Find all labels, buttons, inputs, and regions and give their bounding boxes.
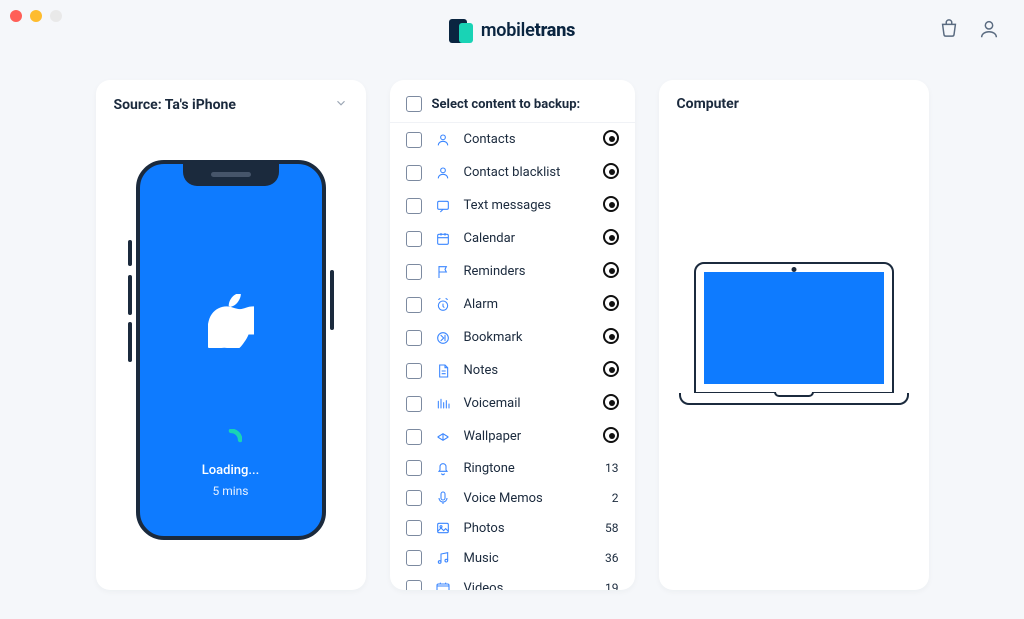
content-row-contacts[interactable]: Contacts [390,123,635,156]
alarm-icon [434,297,452,313]
item-checkbox[interactable] [406,396,422,412]
source-panel: Source: Ta's iPhone Load [96,80,366,590]
content-row-notes[interactable]: Notes [390,354,635,387]
item-checkbox[interactable] [406,198,422,214]
item-label: Contact blacklist [464,165,585,180]
music-icon [434,550,452,566]
destination-label: Computer [677,96,739,112]
item-checkbox[interactable] [406,580,422,590]
note-icon [434,363,452,379]
content-row-voice-memos[interactable]: Voice Memos 2 [390,483,635,513]
source-label: Source: Ta's iPhone [114,97,236,113]
item-count: 2 [597,491,619,505]
item-checkbox[interactable] [406,132,422,148]
item-checkbox[interactable] [406,460,422,476]
chevron-down-icon[interactable] [334,96,348,114]
content-row-photos[interactable]: Photos 58 [390,513,635,543]
loading-status-icon [597,196,619,215]
content-row-text-messages[interactable]: Text messages [390,189,635,222]
item-label: Music [464,551,585,566]
brand-logo: mobiletrans [449,17,575,43]
flag-icon [434,264,452,280]
wallpaper-icon [434,429,452,445]
item-label: Notes [464,363,585,378]
item-checkbox[interactable] [406,550,422,566]
item-checkbox[interactable] [406,429,422,445]
brand-logo-icon [449,17,475,43]
bookmark-icon [434,330,452,346]
item-checkbox[interactable] [406,363,422,379]
loading-status-icon [597,295,619,314]
loading-spinner-icon [220,429,242,451]
loading-status-icon [597,361,619,380]
content-row-music[interactable]: Music 36 [390,543,635,573]
item-label: Wallpaper [464,429,585,444]
item-label: Text messages [464,198,585,213]
item-label: Contacts [464,132,585,147]
loading-status-icon [597,229,619,248]
item-label: Voicemail [464,396,585,411]
loading-eta: 5 mins [140,484,322,498]
item-checkbox[interactable] [406,264,422,280]
video-icon [434,580,452,590]
select-all-checkbox[interactable] [406,96,422,112]
loading-status-icon [597,328,619,347]
item-label: Ringtone [464,461,585,476]
item-label: Videos [464,581,585,591]
content-row-ringtone[interactable]: Ringtone 13 [390,453,635,483]
content-row-videos[interactable]: Videos 19 [390,573,635,590]
content-row-contact-blacklist[interactable]: Contact blacklist [390,156,635,189]
item-count: 36 [597,551,619,565]
content-row-bookmark[interactable]: Bookmark [390,321,635,354]
destination-device-illustration [679,262,909,405]
content-row-wallpaper[interactable]: Wallpaper [390,420,635,453]
item-checkbox[interactable] [406,165,422,181]
loading-text: Loading... [140,463,322,478]
loading-status-icon [597,163,619,182]
cart-icon[interactable] [938,18,960,44]
destination-panel: Computer [659,80,929,590]
photo-icon [434,520,452,536]
content-list: Contacts Contact blacklist Text messages Ca… [390,123,635,590]
user-icon [434,132,452,148]
loading-status-icon [597,427,619,446]
loading-status-icon [597,262,619,281]
apple-logo-icon [208,294,254,352]
item-checkbox[interactable] [406,490,422,506]
item-label: Bookmark [464,330,585,345]
item-checkbox[interactable] [406,330,422,346]
voicemail-icon [434,396,452,412]
source-device-illustration: Loading... 5 mins [136,160,326,540]
item-checkbox[interactable] [406,520,422,536]
content-row-alarm[interactable]: Alarm [390,288,635,321]
brand-name: mobiletrans [481,20,575,41]
item-label: Calendar [464,231,585,246]
account-icon[interactable] [978,18,1000,44]
chat-icon [434,198,452,214]
content-row-reminders[interactable]: Reminders [390,255,635,288]
item-checkbox[interactable] [406,231,422,247]
calendar-icon [434,231,452,247]
item-checkbox[interactable] [406,297,422,313]
user-icon [434,165,452,181]
mic-icon [434,490,452,506]
item-label: Reminders [464,264,585,279]
item-count: 19 [597,581,619,590]
item-count: 13 [597,461,619,475]
loading-status-icon [597,130,619,149]
bell-icon [434,460,452,476]
select-title: Select content to backup: [432,97,581,112]
item-count: 58 [597,521,619,535]
item-label: Alarm [464,297,585,312]
item-label: Voice Memos [464,491,585,506]
content-row-calendar[interactable]: Calendar [390,222,635,255]
item-label: Photos [464,521,585,536]
app-header: mobiletrans [0,0,1024,60]
loading-status-icon [597,394,619,413]
content-row-voicemail[interactable]: Voicemail [390,387,635,420]
content-select-panel: Select content to backup: ContactsContac… [390,80,635,590]
